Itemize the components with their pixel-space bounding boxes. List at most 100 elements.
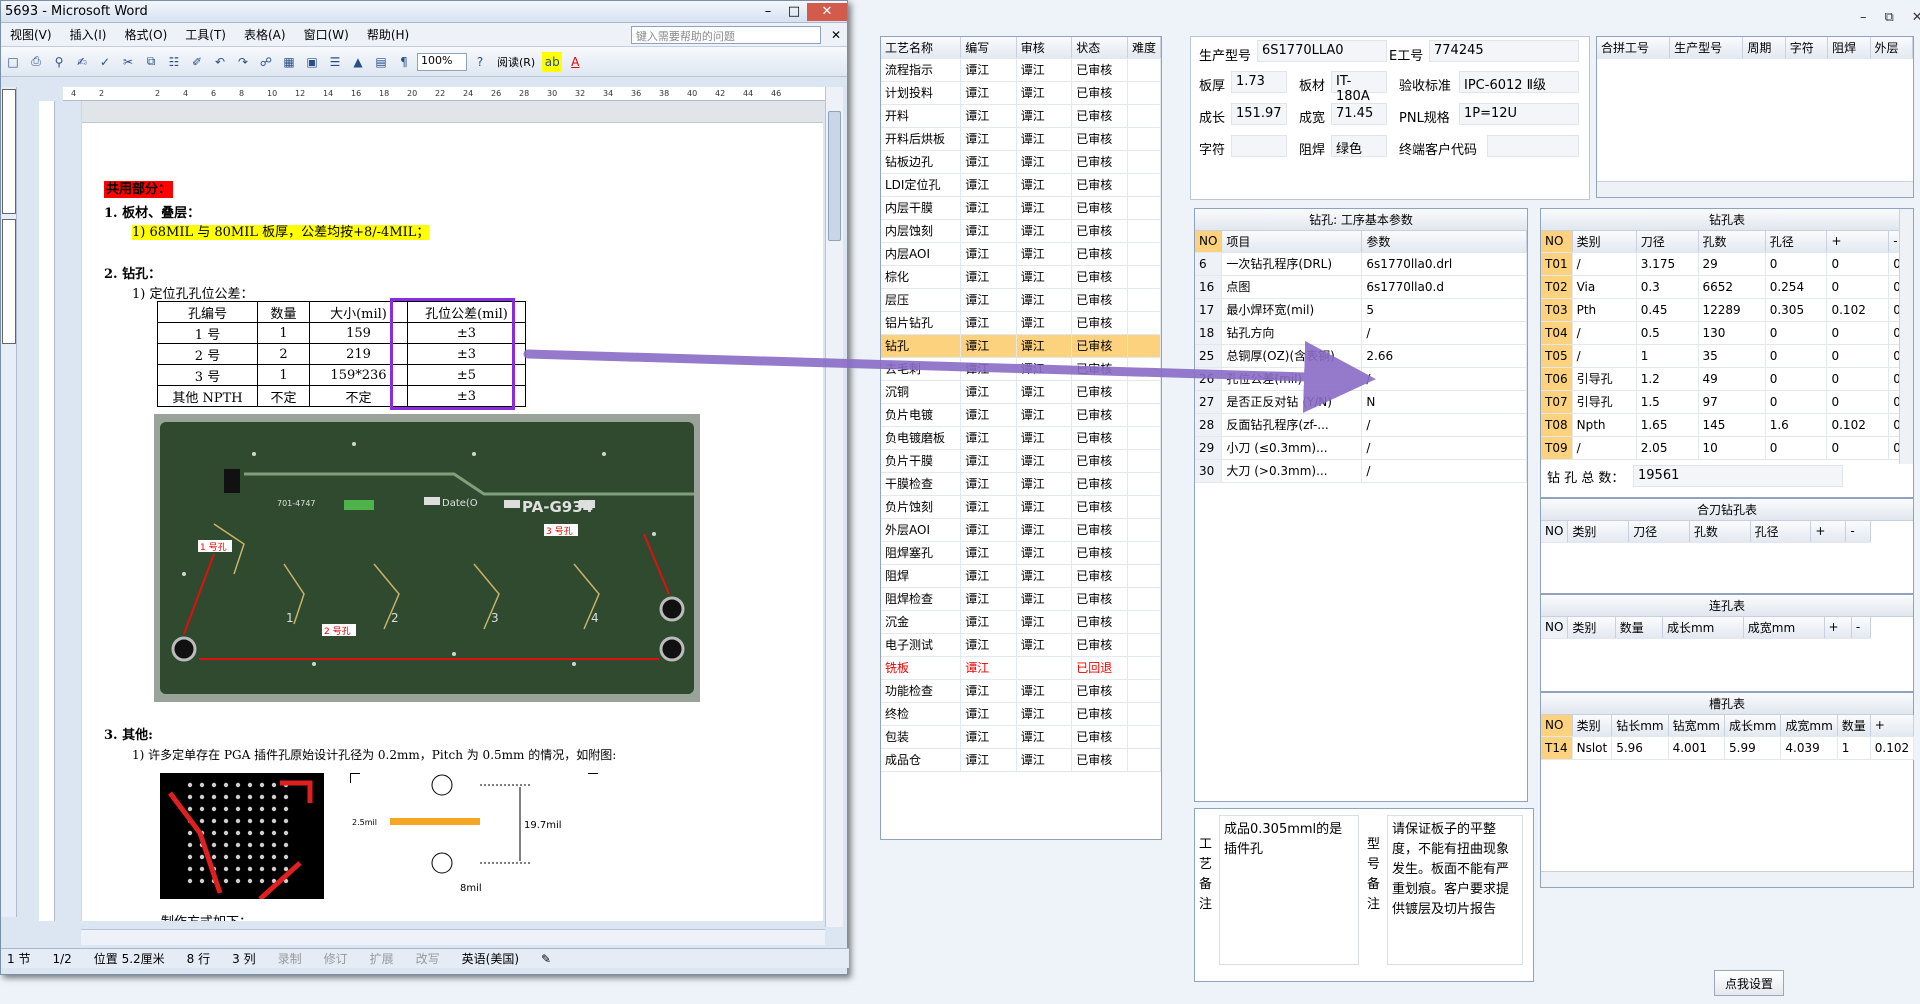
drill-row[interactable]: T05/1 35 0 0 0 <box>1541 344 1913 368</box>
format-icon[interactable]: ✍ <box>72 52 92 72</box>
e-no-field[interactable]: 774245 <box>1429 40 1579 62</box>
print-icon[interactable]: ⎙ <box>26 52 46 72</box>
param-row[interactable]: 17 最小焊环宽(mil) 5 <box>1195 298 1527 322</box>
process-row[interactable]: 计划投料 谭江 谭江 已审核 <box>881 81 1162 105</box>
status-mode[interactable]: 扩展 <box>370 950 394 967</box>
col-header[interactable]: + <box>1810 521 1847 543</box>
process-row[interactable]: LDI定位孔 谭江 谭江 已审核 <box>881 173 1162 197</box>
undo-icon[interactable]: ↶ <box>210 52 230 72</box>
process-row[interactable]: 沉铜 谭江 谭江 已审核 <box>881 380 1162 404</box>
col-header[interactable]: 合拼工号 <box>1597 37 1671 59</box>
status-mode[interactable]: 改写 <box>416 950 440 967</box>
param-row[interactable]: 18 钻孔方向 / <box>1195 321 1527 345</box>
col-header[interactable]: NO <box>1541 715 1573 737</box>
col-header[interactable]: 成长mm <box>1662 617 1744 639</box>
status-mode[interactable]: 修订 <box>324 950 348 967</box>
process-row[interactable]: 流程指示 谭江 谭江 已审核 <box>881 58 1162 82</box>
prod-no-field[interactable]: 6S1770LLA0 <box>1257 40 1387 62</box>
page-thumbnail[interactable] <box>2 89 16 214</box>
col-header[interactable]: 类别 <box>1567 521 1630 543</box>
process-row[interactable]: 负电镀磨板 谭江 谭江 已审核 <box>881 426 1162 450</box>
param-row[interactable]: 25 总铜厚(OZ)(含表铜) 2.66 <box>1195 344 1527 368</box>
menu-insert[interactable]: 插入(I) <box>61 26 116 43</box>
wid-field[interactable]: 71.45 <box>1331 103 1387 125</box>
customer-field[interactable] <box>1487 135 1579 157</box>
table-icon[interactable]: ▦ <box>279 52 299 72</box>
merge-hscroll[interactable] <box>1597 181 1913 197</box>
col-header[interactable]: 类别 <box>1572 231 1637 253</box>
process-row[interactable]: 电子测试 谭江 谭江 已审核 <box>881 633 1162 657</box>
param-row[interactable]: 28 反面钻孔程序(zf-... / <box>1195 413 1527 437</box>
col-header[interactable]: + <box>1870 715 1915 737</box>
menu-window[interactable]: 窗口(W) <box>295 26 358 43</box>
process-row[interactable]: 外层AOI 谭江 谭江 已审核 <box>881 518 1162 542</box>
col-header[interactable]: 数量 <box>1837 715 1871 737</box>
len-field[interactable]: 151.97 <box>1231 103 1287 125</box>
preview-icon[interactable]: ⚲ <box>49 52 69 72</box>
process-row[interactable]: 内层AOI 谭江 谭江 已审核 <box>881 242 1162 266</box>
legend-field[interactable] <box>1231 135 1287 157</box>
col-header[interactable]: + <box>1826 231 1890 253</box>
spell-icon[interactable]: ✓ <box>95 52 115 72</box>
process-row[interactable]: 负片干膜 谭江 谭江 已审核 <box>881 449 1162 473</box>
accept-field[interactable]: IPC-6012 Ⅱ级 <box>1459 71 1579 93</box>
drill-row[interactable]: T06 引导孔 1.2 49 0 0 0 <box>1541 367 1913 391</box>
material-field[interactable]: IT-180A <box>1331 71 1387 104</box>
columns-icon[interactable]: ☰ <box>325 52 345 72</box>
process-row[interactable]: 阻焊检查 谭江 谭江 已审核 <box>881 587 1162 611</box>
process-row[interactable]: 棕化 谭江 谭江 已审核 <box>881 265 1162 289</box>
drill-row[interactable]: T09/2.05 10 0 0 0 <box>1541 436 1913 460</box>
help-icon[interactable]: ? <box>470 52 490 72</box>
map-icon[interactable]: ▤ <box>371 52 391 72</box>
process-row[interactable]: 沉金 谭江 谭江 已审核 <box>881 610 1162 634</box>
col-header[interactable]: 类别 <box>1567 617 1616 639</box>
col-header[interactable]: NO <box>1541 617 1569 639</box>
col-header[interactable]: - <box>1851 617 1872 639</box>
param-row[interactable]: 30 大刀 (>0.3mm)... / <box>1195 459 1527 483</box>
col-header[interactable]: 成宽mm <box>1780 715 1838 737</box>
col-header[interactable]: NO <box>1541 521 1569 543</box>
word-titlebar[interactable]: 5693 - Microsoft Word – □ ✕ <box>1 1 847 23</box>
menu-tools[interactable]: 工具(T) <box>176 26 235 43</box>
drill-row[interactable]: T08 Npth 1.65 145 1.6 0.102 0 <box>1541 413 1913 437</box>
minimize-icon[interactable]: – <box>755 3 781 21</box>
process-row[interactable]: 终检 谭江 谭江 已审核 <box>881 702 1162 726</box>
menu-view[interactable]: 视图(V) <box>1 26 61 43</box>
col-header[interactable]: 字符 <box>1785 37 1829 59</box>
col-header[interactable]: 状态 <box>1071 37 1128 59</box>
process-row[interactable]: 功能检查 谭江 谭江 已审核 <box>881 679 1162 703</box>
col-header[interactable]: 孔径 <box>1750 521 1812 543</box>
redo-icon[interactable]: ↷ <box>233 52 253 72</box>
excel-icon[interactable]: ▣ <box>302 52 322 72</box>
close-doc-icon[interactable]: ✕ <box>825 28 847 42</box>
process-row[interactable]: 阻焊塞孔 谭江 谭江 已审核 <box>881 541 1162 565</box>
help-search-input[interactable]: 键入需要帮助的问题 <box>630 25 821 44</box>
process-row[interactable]: 内层干膜 谭江 谭江 已审核 <box>881 196 1162 220</box>
pnl-field[interactable]: 1P=12U <box>1459 103 1579 125</box>
slot-hscroll[interactable] <box>1541 871 1913 887</box>
mask-field[interactable]: 绿色 <box>1331 135 1387 157</box>
minimize-icon[interactable]: – <box>1860 10 1867 25</box>
col-header[interactable]: - <box>1845 521 1871 543</box>
col-header[interactable]: 钻长mm <box>1611 715 1669 737</box>
process-notes-text[interactable]: 成品0.305mml的是插件孔 <box>1219 815 1359 965</box>
col-header[interactable]: 刀径 <box>1636 231 1699 253</box>
drill-row[interactable]: T01/3.175 29 0 0 0 <box>1541 252 1913 276</box>
process-row[interactable]: 干膜检查 谭江 谭江 已审核 <box>881 472 1162 496</box>
process-row[interactable]: 层压 谭江 谭江 已审核 <box>881 288 1162 312</box>
col-header[interactable]: 孔数 <box>1698 231 1766 253</box>
process-row[interactable]: 负片电镀 谭江 谭江 已审核 <box>881 403 1162 427</box>
col-header[interactable]: 钻宽mm <box>1668 715 1726 737</box>
highlight-icon[interactable]: ab <box>542 51 563 72</box>
page-thumbnail[interactable] <box>2 219 16 344</box>
process-row[interactable]: 开料 谭江 谭江 已审核 <box>881 104 1162 128</box>
col-header[interactable]: 项目 <box>1221 231 1363 253</box>
col-header[interactable]: 编写 <box>960 37 1017 59</box>
col-header[interactable]: 审核 <box>1016 37 1073 59</box>
col-header[interactable]: 工艺名称 <box>881 37 962 59</box>
cut-icon[interactable]: ✂ <box>118 52 138 72</box>
model-notes-text[interactable]: 请保证板子的平整度，不能有扭曲现象发生。板面不能有严重划痕。客户要求提供镀层及切… <box>1387 815 1523 965</box>
status-mode[interactable]: 录制 <box>278 950 302 967</box>
process-row[interactable]: 成品仓 谭江 谭江 已审核 <box>881 748 1162 772</box>
col-header[interactable]: 刀径 <box>1628 521 1690 543</box>
